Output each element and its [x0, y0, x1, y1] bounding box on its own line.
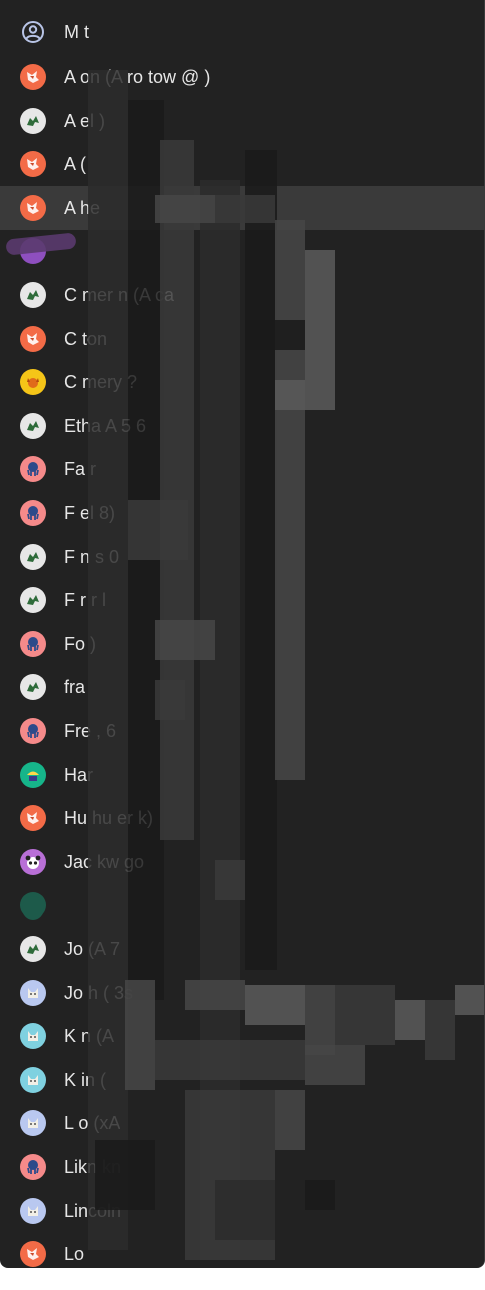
- account-list-item[interactable]: F n s 0: [0, 535, 484, 579]
- redaction-block: [305, 1180, 335, 1210]
- account-list-item[interactable]: Fo ): [0, 622, 484, 666]
- dragon-avatar-icon: [20, 544, 46, 570]
- account-list-item-label: A on (A ro tow @ ): [64, 66, 211, 87]
- cat-avatar-icon: [20, 1067, 46, 1093]
- redaction-block: [215, 860, 245, 900]
- cat-avatar-icon: [20, 1198, 46, 1224]
- redaction-block: [125, 980, 155, 1090]
- octopus-avatar-icon: [20, 1154, 46, 1180]
- dragon-avatar-icon: [20, 587, 46, 613]
- fox-avatar-icon: [20, 151, 46, 177]
- redaction-block: [335, 985, 395, 1045]
- account-list-item-label: A (: [64, 153, 87, 174]
- cat-avatar-icon: [20, 1110, 46, 1136]
- account-header-label: M t: [64, 21, 89, 42]
- account-circle-icon: [22, 21, 44, 43]
- redaction-block: [155, 195, 215, 223]
- account-list-item-label: fra: [64, 676, 86, 697]
- octopus-avatar-icon: [20, 500, 46, 526]
- redaction-block: [305, 250, 335, 410]
- decorative-smear: [22, 896, 44, 920]
- redaction-block: [395, 1000, 425, 1040]
- redaction-block: [128, 500, 188, 560]
- redaction-block: [215, 1180, 275, 1240]
- redaction-block: [305, 1045, 365, 1085]
- account-list-item-label: Lo: [64, 1243, 85, 1264]
- redaction-block: [155, 620, 215, 660]
- account-list-item[interactable]: A (: [0, 142, 484, 186]
- fox-avatar-icon: [20, 805, 46, 831]
- account-list-item[interactable]: C mer n (A ca: [0, 273, 484, 317]
- dragon-avatar-icon: [20, 108, 46, 134]
- account-header[interactable]: M t: [0, 10, 484, 54]
- redaction-block: [245, 985, 305, 1025]
- account-list-item[interactable]: C mery ?: [0, 360, 484, 404]
- account-list-item[interactable]: A on (A ro tow @ ): [0, 55, 484, 99]
- octopus-avatar-icon: [20, 631, 46, 657]
- redaction-block: [95, 1140, 155, 1210]
- account-switcher-menu: M t A on (A ro tow @ )A el )A (A heC mer…: [0, 0, 485, 1268]
- dog-avatar-icon: [20, 369, 46, 395]
- account-list-item[interactable]: C ton: [0, 317, 484, 361]
- dragon-avatar-icon: [20, 413, 46, 439]
- redaction-block: [245, 320, 305, 350]
- redaction-block: [185, 980, 245, 1010]
- dragon-avatar-icon: [20, 936, 46, 962]
- redaction-block: [160, 140, 194, 840]
- account-list-item[interactable]: Etha A 5 6: [0, 404, 484, 448]
- redaction-block: [245, 150, 277, 970]
- account-list-item[interactable]: F r r l: [0, 578, 484, 622]
- cat-avatar-icon: [20, 1023, 46, 1049]
- redaction-block: [215, 195, 275, 223]
- dragon-avatar-icon: [20, 674, 46, 700]
- fox-avatar-icon: [20, 195, 46, 221]
- redaction-block: [275, 220, 305, 780]
- octopus-avatar-icon: [20, 718, 46, 744]
- fox-avatar-icon: [20, 1241, 46, 1267]
- account-list-item[interactable]: Fre , 6: [0, 709, 484, 753]
- redaction-block: [275, 380, 305, 410]
- redaction-block: [88, 70, 128, 1250]
- redaction-block: [425, 1000, 455, 1060]
- account-list-item[interactable]: fra: [0, 665, 484, 709]
- redaction-block: [455, 985, 484, 1015]
- redaction-block: [155, 680, 185, 720]
- account-list-item[interactable]: Hu hu er k): [0, 796, 484, 840]
- octopus-avatar-icon: [20, 456, 46, 482]
- fox-avatar-icon: [20, 64, 46, 90]
- panda-avatar-icon: [20, 849, 46, 875]
- account-list-item[interactable]: Har: [0, 753, 484, 797]
- account-list-item[interactable]: F el 8): [0, 491, 484, 535]
- account-list-item[interactable]: Jo (A 7: [0, 927, 484, 971]
- redaction-block: [155, 1040, 305, 1080]
- cat-avatar-icon: [20, 980, 46, 1006]
- dragon-avatar-icon: [20, 282, 46, 308]
- account-list-item[interactable]: Fa r: [0, 447, 484, 491]
- account-list-item[interactable]: A el ): [0, 99, 484, 143]
- construction-avatar-icon: [20, 762, 46, 788]
- redaction-block: [275, 1090, 305, 1150]
- fox-avatar-icon: [20, 326, 46, 352]
